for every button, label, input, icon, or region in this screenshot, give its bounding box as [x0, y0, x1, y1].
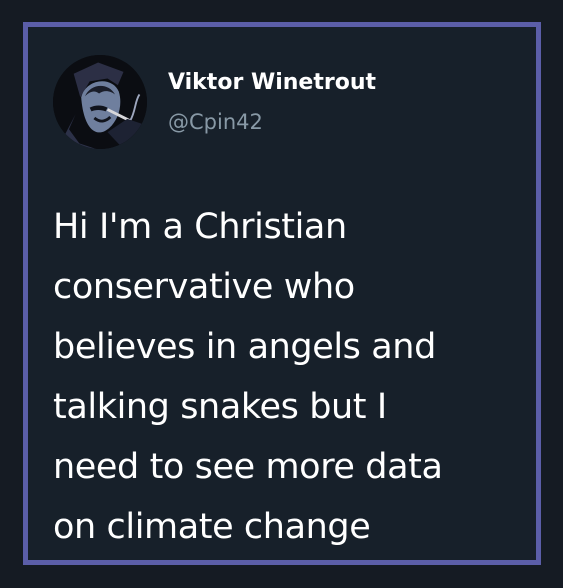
- tweet-text-line: need to see more data: [53, 447, 443, 487]
- tweet-text-line: conservative who: [53, 267, 355, 307]
- tweet-text: Hi I'm a Christian conservative who beli…: [53, 197, 523, 557]
- tweet-text-line: talking snakes but I: [53, 387, 387, 427]
- author-display-name[interactable]: Viktor Winetrout: [168, 70, 376, 96]
- tweet-text-line: Hi I'm a Christian: [53, 207, 347, 247]
- tweet-text-line: believes in angels and: [53, 327, 436, 367]
- author-handle[interactable]: @Cpin42: [168, 109, 263, 135]
- avatar[interactable]: [53, 55, 147, 149]
- avatar-image: [53, 55, 147, 149]
- tweet-text-line: on climate change: [53, 507, 371, 547]
- tweet-card: Viktor Winetrout @Cpin42 Hi I'm a Christ…: [23, 22, 541, 565]
